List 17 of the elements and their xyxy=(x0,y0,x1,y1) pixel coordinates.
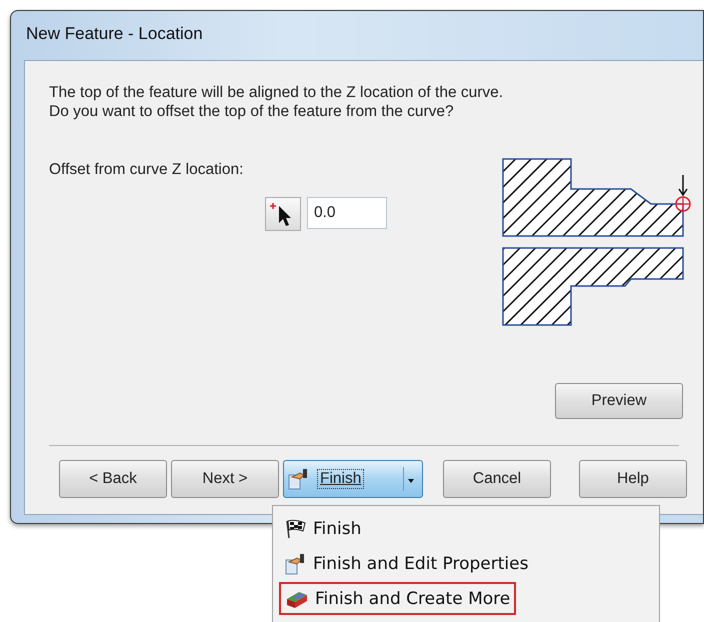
dialog-button[interactable]: < Back xyxy=(59,460,167,498)
preview-button[interactable]: Preview xyxy=(555,383,683,419)
dialog-button[interactable]: Cancel xyxy=(443,460,551,498)
dialog-button[interactable]: Next > xyxy=(171,460,279,498)
checkered-flag-icon xyxy=(285,518,307,538)
offset-field[interactable]: 0.0 xyxy=(307,197,387,229)
pick-point-button[interactable] xyxy=(265,197,301,231)
finish-split-button[interactable]: Finish xyxy=(283,460,423,498)
document-hand-icon xyxy=(285,552,307,574)
dialog-button[interactable]: Help xyxy=(579,460,687,498)
window-title: New Feature - Location xyxy=(25,23,203,45)
message-text: The top of the feature will be aligned to the Z location of the curve. Do you want to offset the top of the feature from the curve? xyxy=(49,83,504,121)
menu-item[interactable]: Finish and Create More xyxy=(279,582,516,615)
menu-item[interactable]: Finish xyxy=(279,512,368,545)
menu-item[interactable]: Finish and Edit Properties xyxy=(279,547,534,580)
document-hand-icon xyxy=(288,468,310,490)
offset-label: Offset from curve Z location: xyxy=(49,161,244,179)
